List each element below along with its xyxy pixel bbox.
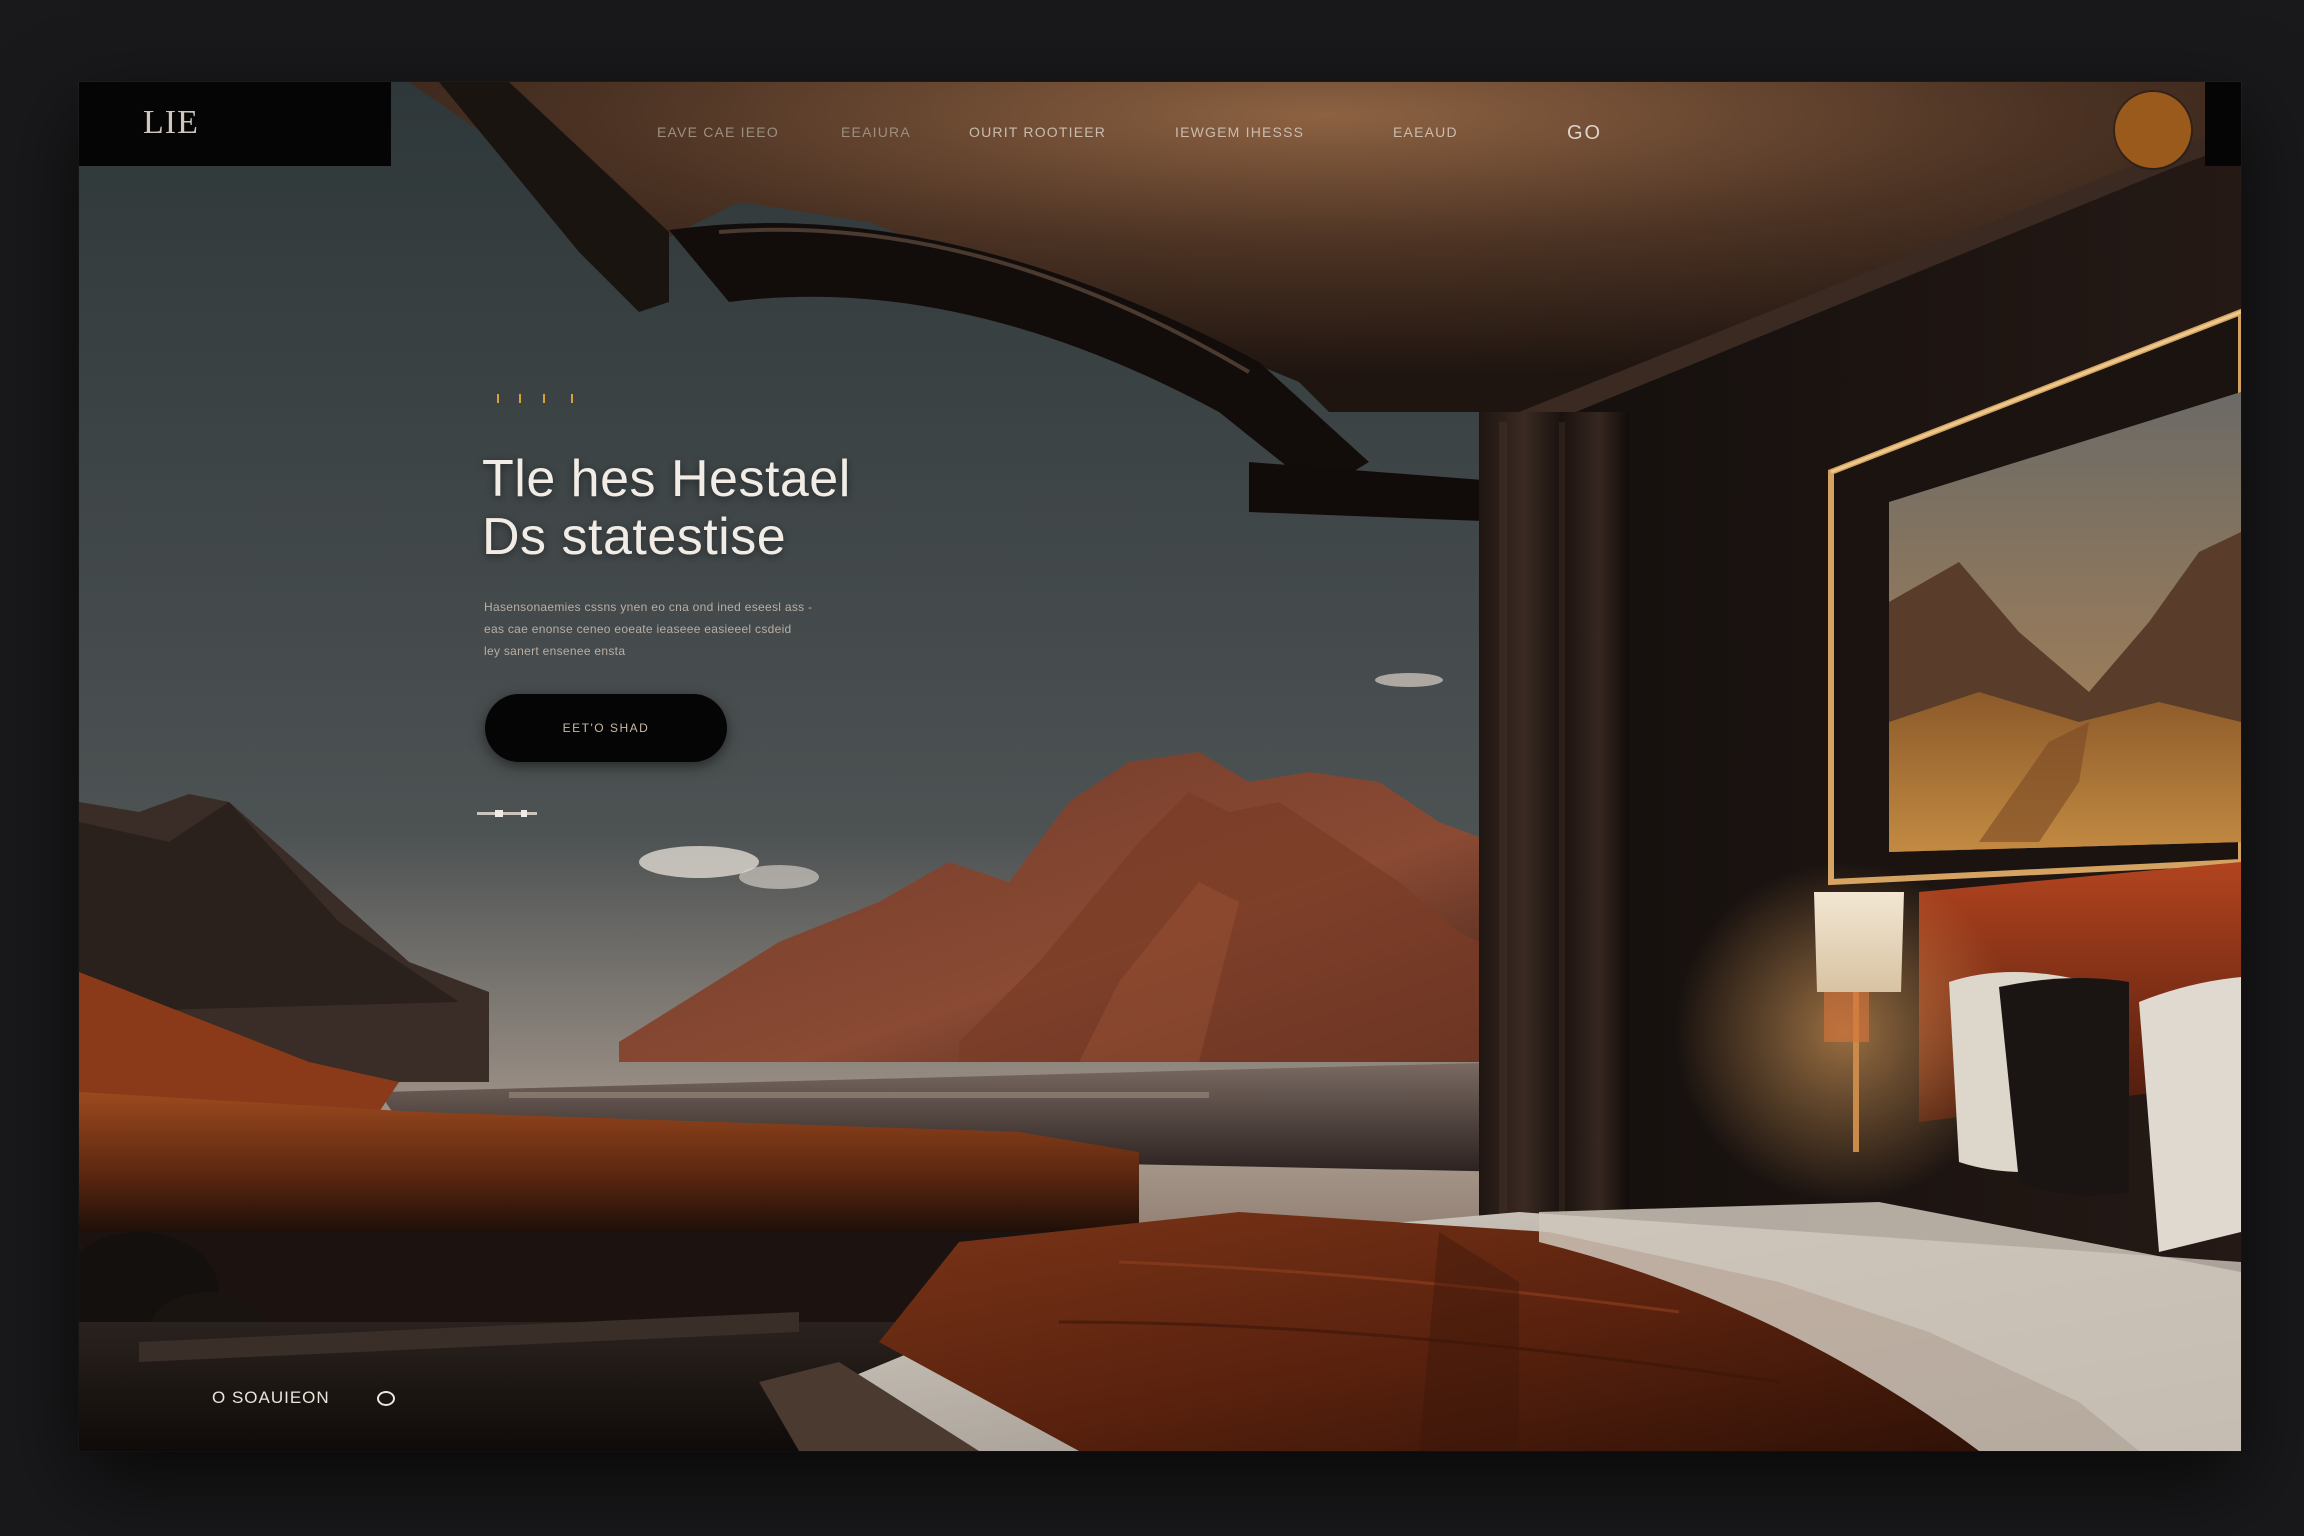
hotel-hero-page: LIE EAVE CAE IEEO EEAIURA OURIT ROOTIEER…: [79, 82, 2241, 1451]
hero-description-line: Hasensonaemies cssns ynen eo cna ond ine…: [484, 600, 813, 614]
hero-description-line: ley sanert ensenee ensta: [484, 644, 626, 658]
nav-item-3[interactable]: OURIT ROOTIEER: [969, 124, 1106, 140]
nav-go-link[interactable]: GO: [1567, 122, 1602, 145]
nav-item-1[interactable]: EAVE CAE IEEO: [657, 124, 779, 140]
accent-tick: [519, 394, 521, 403]
hero-description: Hasensonaemies cssns ynen eo cna ond ine…: [484, 596, 944, 662]
nav-item-2[interactable]: EEAIURA: [841, 124, 911, 140]
hero-cta-button[interactable]: EET'O SHAD: [485, 694, 727, 762]
hero-title-line-1: Tle hes Hestael: [482, 450, 851, 508]
main-navigation: EAVE CAE IEEO EEAIURA OURIT ROOTIEER IEW…: [79, 124, 2241, 154]
floating-marker-icon: [477, 810, 537, 817]
accent-tick: [497, 394, 499, 403]
accent-tick: [571, 394, 573, 403]
hero-description-line: eas cae enonse ceneo eoeate ieaseee easi…: [484, 622, 792, 636]
footer-circle-icon[interactable]: [377, 1391, 395, 1406]
accent-tick-marks: [497, 394, 597, 406]
hero-title: Tle hes Hestael Ds statestise: [482, 450, 1182, 566]
nav-item-5[interactable]: EAEAUD: [1393, 124, 1458, 140]
footer-label[interactable]: O SOAUIEON: [212, 1388, 330, 1408]
hero-title-line-2: Ds statestise: [482, 508, 787, 566]
accent-tick: [543, 394, 545, 403]
nav-item-4[interactable]: IEWGEM IHESSS: [1175, 124, 1304, 140]
user-avatar[interactable]: [2115, 92, 2191, 168]
hero-background-image: [79, 82, 2241, 1451]
